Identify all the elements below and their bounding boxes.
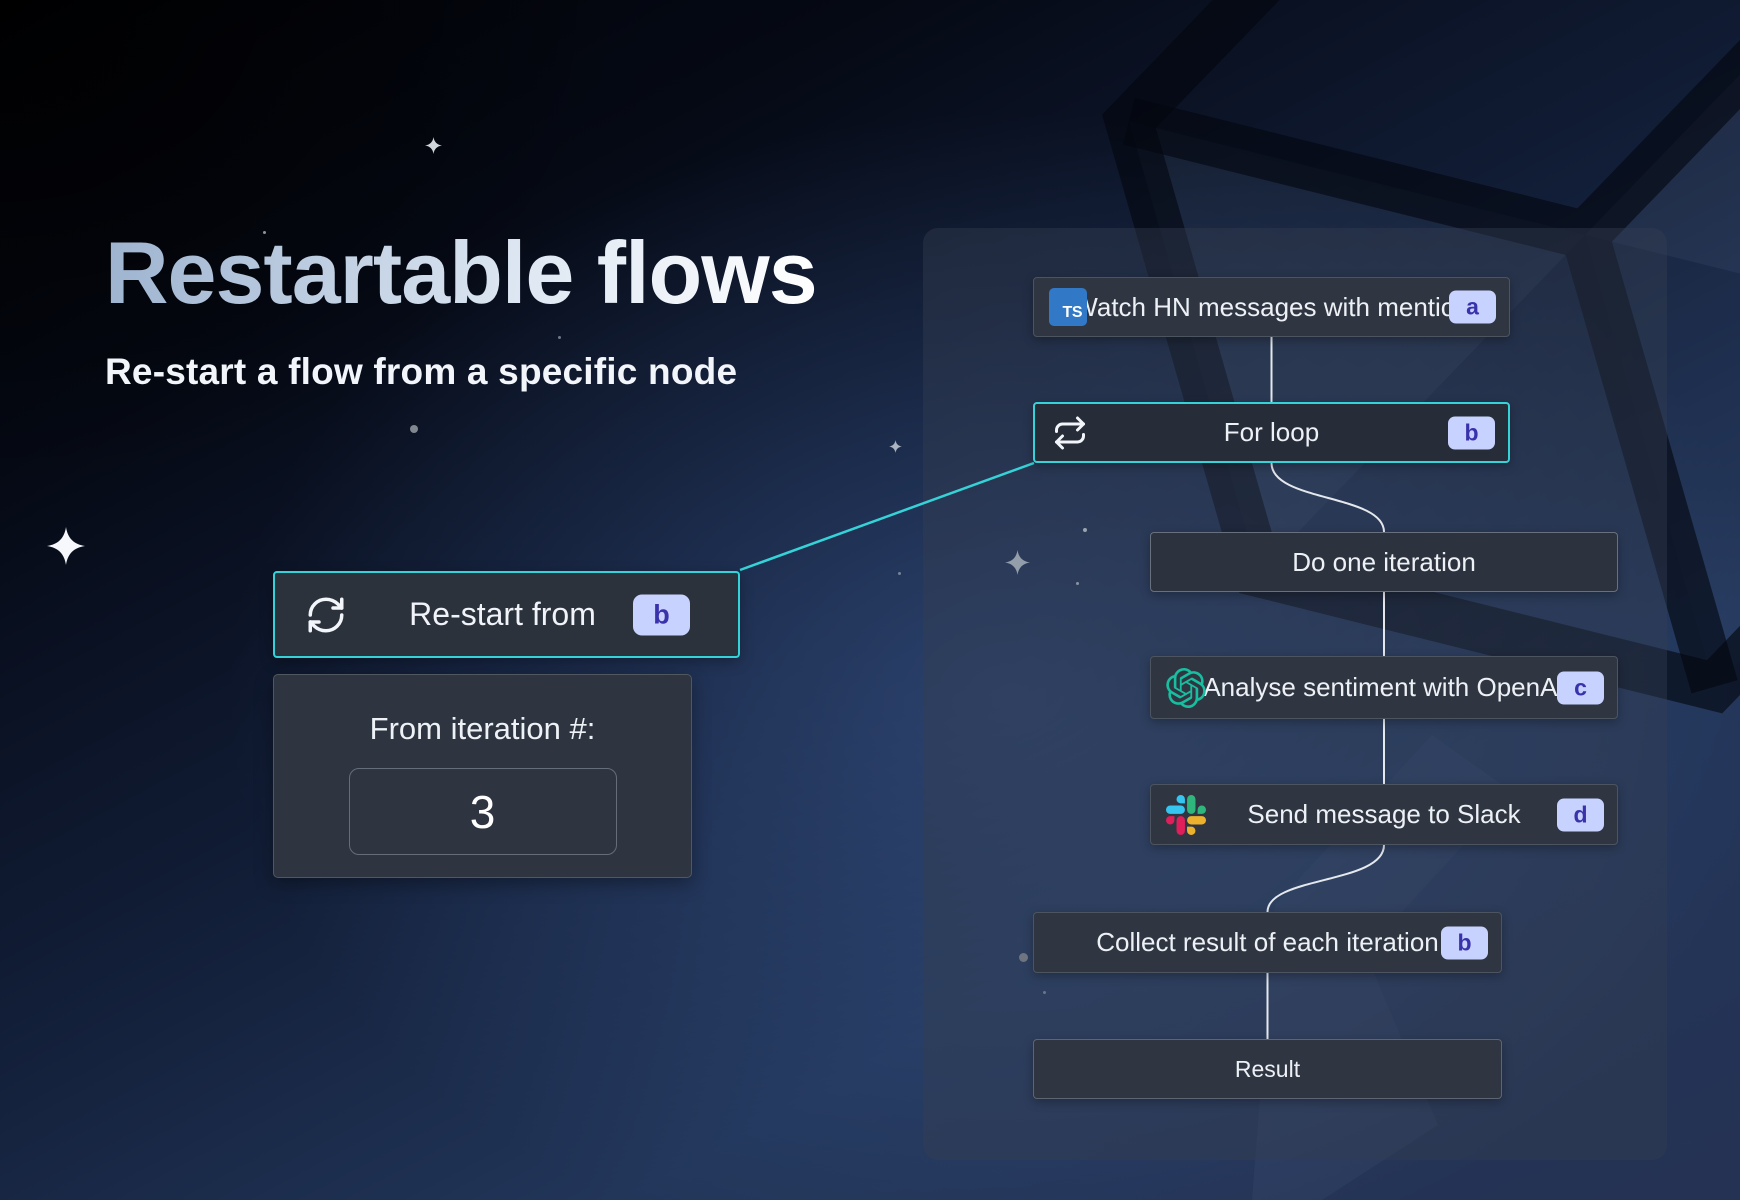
openai-icon — [1166, 668, 1206, 708]
flow-node-watch-hn[interactable]: TS Watch HN messages with mention a — [1033, 277, 1510, 337]
restart-from-node[interactable]: Re-start from b — [273, 571, 740, 658]
node-badge: c — [1557, 671, 1604, 704]
iteration-panel: From iteration #: — [273, 674, 692, 878]
restart-node-label: Re-start from — [409, 596, 596, 633]
node-label: For loop — [1224, 417, 1319, 448]
sparkle-star — [889, 440, 902, 453]
flow-node-send-slack[interactable]: Send message to Slack d — [1150, 784, 1618, 845]
page: { "page": { "title": "Restartable flows"… — [0, 0, 1740, 1200]
node-label: Send message to Slack — [1247, 799, 1520, 830]
particle-dot — [410, 425, 418, 433]
flow-node-result[interactable]: Result — [1033, 1039, 1502, 1099]
sparkle-star — [47, 527, 85, 565]
node-badge: d — [1557, 798, 1604, 831]
iteration-number-input[interactable] — [349, 768, 617, 855]
node-badge: a — [1449, 291, 1496, 324]
loop-icon — [1050, 415, 1090, 451]
node-label: Analyse sentiment with OpenAI — [1203, 672, 1564, 703]
particle-dot — [558, 336, 561, 339]
node-label: Result — [1235, 1056, 1300, 1083]
restart-node-badge: b — [633, 594, 690, 635]
particle-dot — [898, 572, 901, 575]
node-label: Collect result of each iteration — [1096, 927, 1439, 958]
refresh-icon — [305, 594, 347, 636]
slack-icon — [1166, 795, 1206, 835]
flow-node-analyse-sentiment[interactable]: Analyse sentiment with OpenAI c — [1150, 656, 1618, 719]
node-label: Do one iteration — [1292, 547, 1476, 578]
typescript-icon: TS — [1049, 288, 1087, 326]
node-badge: b — [1448, 416, 1495, 449]
page-subtitle: Re-start a flow from a specific node — [105, 351, 737, 393]
node-label: Watch HN messages with mention — [1073, 292, 1469, 323]
flow-node-do-one-iteration[interactable]: Do one iteration — [1150, 532, 1618, 592]
flow-node-collect-result[interactable]: Collect result of each iteration b — [1033, 912, 1502, 973]
page-title: Restartable flows — [105, 222, 817, 324]
iteration-label: From iteration #: — [370, 711, 596, 747]
flow-node-for-loop[interactable]: For loop b — [1033, 402, 1510, 463]
sparkle-star — [425, 137, 442, 154]
node-badge: b — [1441, 926, 1488, 959]
